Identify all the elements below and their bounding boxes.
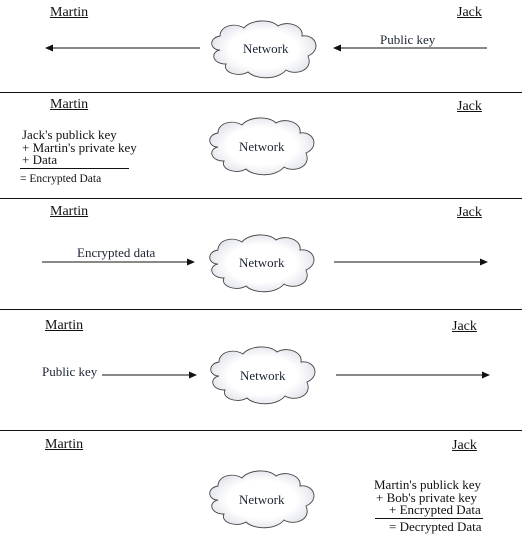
decryption-result: = Decrypted Data	[389, 519, 482, 534]
receiver-name: Jack	[457, 5, 482, 20]
receiver-name: Jack	[457, 99, 482, 114]
network-label: Network	[240, 368, 286, 383]
sum-rule	[20, 168, 129, 169]
network-label: Network	[243, 41, 289, 56]
network-label: Network	[239, 139, 285, 154]
diagram-shapes	[42, 20, 490, 529]
message-label: Encrypted data	[77, 245, 156, 260]
sender-name: Martin	[50, 204, 89, 219]
sender-name: Martin	[50, 97, 89, 112]
section-divider-4	[0, 430, 522, 431]
section-divider-1	[0, 92, 522, 93]
sender-name: Martin	[50, 5, 89, 20]
decryption-computation: Martin's publick key + Bob's private key…	[374, 478, 481, 517]
computation-line: + Data	[22, 152, 58, 167]
sender-name: Martin	[45, 437, 84, 452]
computation-line: + Encrypted Data	[389, 502, 481, 517]
message-label: Public key	[380, 32, 436, 47]
receiver-name: Jack	[452, 438, 477, 453]
network-label: Network	[239, 255, 285, 270]
sender-name: Martin	[45, 318, 84, 333]
receiver-name: Jack	[452, 319, 477, 334]
message-label: Public key	[42, 364, 98, 379]
receiver-name: Jack	[457, 205, 482, 220]
result-text: = Decrypted Data	[389, 519, 482, 534]
section-divider-2	[0, 198, 522, 199]
section-divider-3	[0, 309, 522, 310]
encryption-result: = Encrypted Data	[20, 172, 101, 186]
result-text: = Encrypted Data	[20, 173, 102, 185]
network-label: Network	[239, 492, 285, 507]
encryption-computation: Jack's publick key + Martin's private ke…	[22, 128, 137, 167]
